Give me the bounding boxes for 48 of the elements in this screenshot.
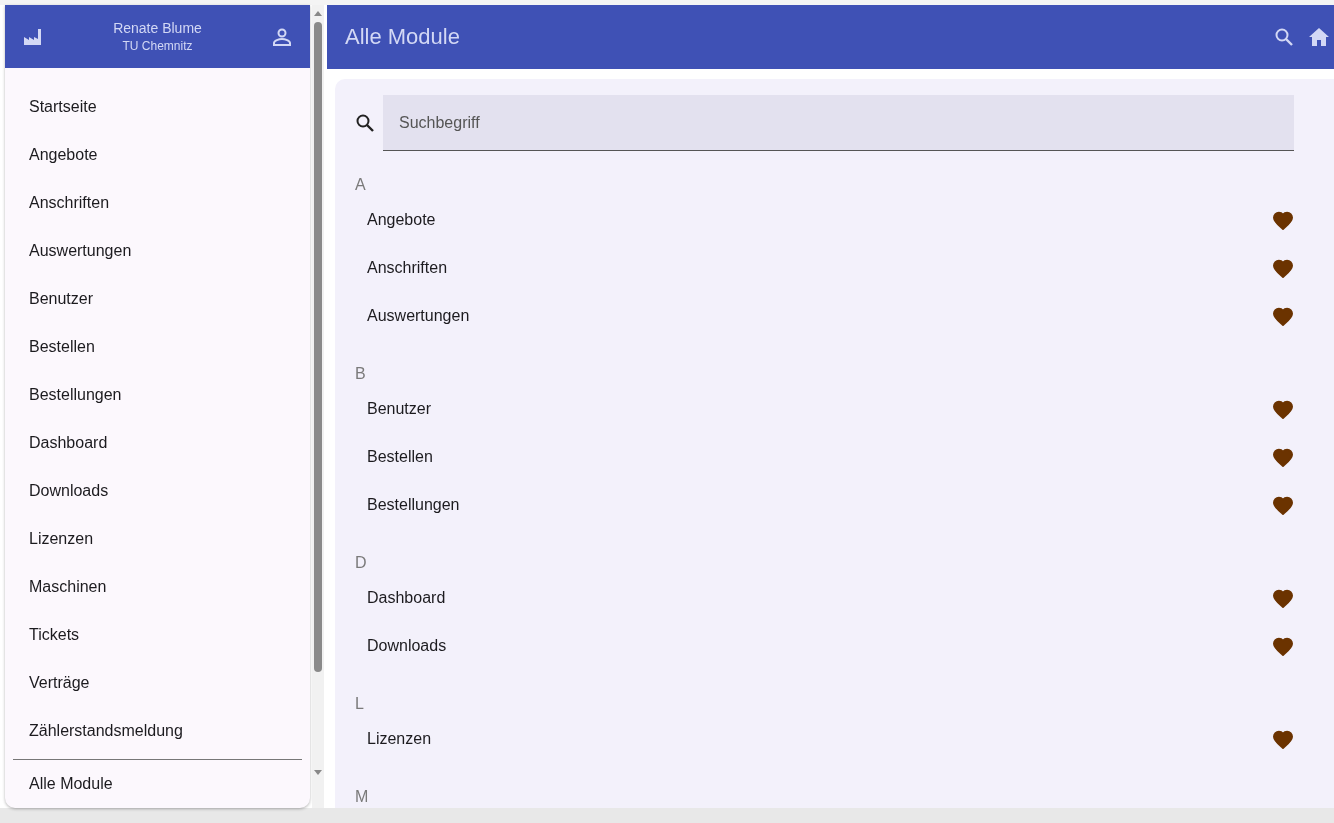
factory-icon xyxy=(23,27,43,46)
nav-item[interactable]: Tickets xyxy=(5,611,310,659)
module-item[interactable]: Bestellen xyxy=(355,433,1294,481)
nav-item[interactable]: Auswertungen xyxy=(5,227,310,275)
nav-item[interactable]: Bestellungen xyxy=(5,371,310,419)
nav-item[interactable]: Dashboard xyxy=(5,419,310,467)
section-letter: M xyxy=(355,787,370,807)
nav-item[interactable]: Startseite xyxy=(5,83,310,131)
nav-item[interactable]: Zählerstandsmeldung xyxy=(5,707,310,755)
heart-icon[interactable] xyxy=(1272,306,1294,326)
scrollbar[interactable] xyxy=(312,5,324,808)
heart-icon[interactable] xyxy=(1272,636,1294,656)
module-item[interactable]: Dashboard xyxy=(355,574,1294,622)
person-icon[interactable] xyxy=(272,26,292,47)
search-icon xyxy=(355,113,375,133)
section-letter: L xyxy=(355,694,365,714)
heart-icon[interactable] xyxy=(1272,447,1294,467)
nav-item[interactable]: Angebote xyxy=(5,131,310,179)
nav-item[interactable]: Verträge xyxy=(5,659,310,707)
nav-item[interactable]: Downloads xyxy=(5,467,310,515)
heart-icon[interactable] xyxy=(1272,210,1294,230)
heart-icon[interactable] xyxy=(1272,495,1294,515)
module-item[interactable]: Auswertungen xyxy=(355,292,1294,340)
search-icon[interactable] xyxy=(1274,27,1294,47)
nav-item[interactable]: Bestellen xyxy=(5,323,310,371)
module-item[interactable]: Benutzer xyxy=(355,385,1294,433)
page-title: Alle Module xyxy=(345,24,461,50)
module-item[interactable]: Anschriften xyxy=(355,244,1294,292)
module-item[interactable]: Lizenzen xyxy=(355,715,1294,763)
heart-icon[interactable] xyxy=(1272,258,1294,278)
module-item[interactable]: Bestellungen xyxy=(355,481,1294,529)
home-icon[interactable] xyxy=(1308,27,1330,47)
module-item[interactable]: Angebote xyxy=(355,196,1294,244)
organization-name: TU Chemnitz xyxy=(122,39,193,53)
nav-item[interactable]: Alle Module xyxy=(5,760,310,808)
section-letter: B xyxy=(355,364,367,384)
module-item[interactable]: Downloads xyxy=(355,622,1294,670)
heart-icon[interactable] xyxy=(1272,399,1294,419)
nav-item[interactable]: Maschinen xyxy=(5,563,310,611)
nav-item[interactable]: Anschriften xyxy=(5,179,310,227)
search-field[interactable]: Suchbegriff xyxy=(383,95,1294,151)
heart-icon[interactable] xyxy=(1272,588,1294,608)
user-name: Renate Blume xyxy=(113,20,202,36)
section-letter: A xyxy=(355,175,367,195)
section-letter: D xyxy=(355,553,368,573)
heart-icon[interactable] xyxy=(1272,729,1294,749)
nav-item[interactable]: Lizenzen xyxy=(5,515,310,563)
nav-item[interactable]: Benutzer xyxy=(5,275,310,323)
